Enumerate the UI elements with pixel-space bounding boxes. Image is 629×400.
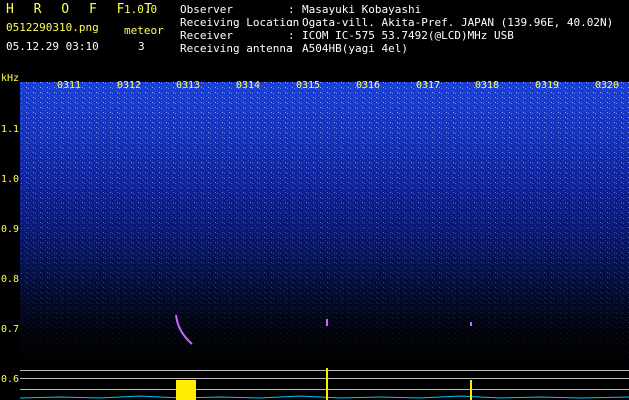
info-sep: : xyxy=(288,16,295,29)
x-tick: 0318 xyxy=(475,80,500,91)
app-version: 1.0.0 xyxy=(124,3,158,16)
x-tick: 0319 xyxy=(535,80,560,91)
info-row-observer: Observer : Masayuki Kobayashi xyxy=(180,3,613,16)
x-tick: 0317 xyxy=(416,80,441,91)
spectrogram-overlay xyxy=(20,82,629,370)
info-key: Receiver xyxy=(180,29,233,42)
y-tick: 1.1 xyxy=(1,124,20,135)
y-tick: 0.9 xyxy=(1,224,20,235)
info-value: Ogata-vill. Akita-Pref. JAPAN (139.96E, … xyxy=(302,16,614,29)
spectrogram xyxy=(20,82,629,370)
station-info: Observer : Masayuki Kobayashi Receiving … xyxy=(180,3,613,55)
y-tick: 0.6 xyxy=(1,374,20,385)
x-tick: 0312 xyxy=(117,80,142,91)
baseline-trace xyxy=(20,395,629,399)
x-tick: 0315 xyxy=(296,80,321,91)
detection-graph xyxy=(20,368,629,400)
y-tick: 0.8 xyxy=(1,274,20,285)
info-row-location: Receiving Location : Ogata-vill. Akita-P… xyxy=(180,16,613,29)
info-key: Receiving Location xyxy=(180,16,300,29)
info-key: Receiving antenna xyxy=(180,42,293,55)
meteor-count: 3 xyxy=(138,40,145,53)
x-tick: 0313 xyxy=(176,80,201,91)
y-tick: 1.0 xyxy=(1,174,20,185)
info-key: Observer xyxy=(180,3,233,16)
x-tick: 0320 xyxy=(595,80,620,91)
info-sep: : xyxy=(288,42,295,55)
info-row-receiver: Receiver : ICOM IC-575 53.7492(@LCD)MHz … xyxy=(180,29,613,42)
header-panel: H R O F F T 1.0.0 0512290310.png 05.12.2… xyxy=(0,0,629,78)
date-time: 05.12.29 03:10 xyxy=(6,40,99,53)
info-sep: : xyxy=(288,3,295,16)
x-tick: 0311 xyxy=(57,80,82,91)
x-tick: 0314 xyxy=(236,80,261,91)
y-tick: 0.7 xyxy=(1,324,20,335)
meteor-label: meteor xyxy=(124,24,164,37)
meteor-detection-1 xyxy=(176,380,196,400)
noise-texture xyxy=(20,82,629,370)
x-tick: 0316 xyxy=(356,80,381,91)
info-value: Masayuki Kobayashi xyxy=(302,3,422,16)
file-name: 0512290310.png xyxy=(6,21,99,34)
info-value: ICOM IC-575 53.7492(@LCD)MHz USB xyxy=(302,29,514,42)
info-row-antenna: Receiving antenna : A504HB(yagi 4el) xyxy=(180,42,613,55)
info-value: A504HB(yagi 4el) xyxy=(302,42,408,55)
y-axis-unit: kHz xyxy=(1,73,20,84)
info-sep: : xyxy=(288,29,295,42)
